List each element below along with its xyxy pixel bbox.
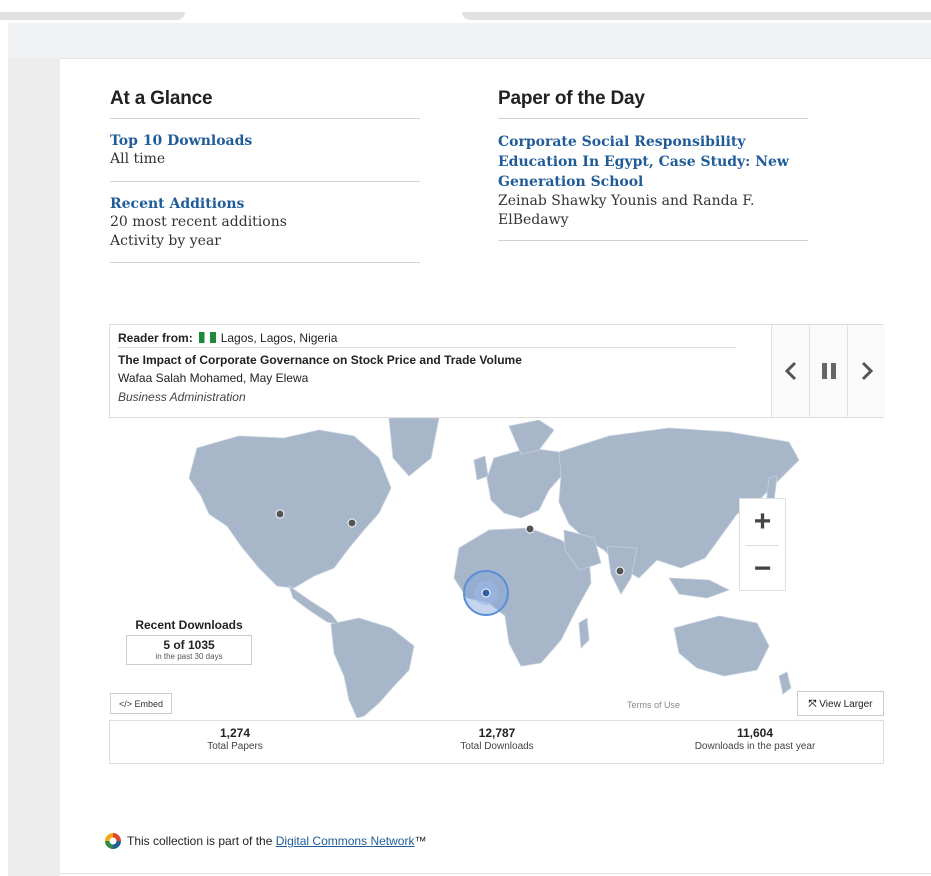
stat-caption: Downloads in the past year <box>694 741 816 752</box>
view-larger-label: View Larger <box>819 699 873 710</box>
reader-location-row: Reader from: Lagos, Lagos, Nigeria <box>118 329 736 348</box>
embed-button[interactable]: </> Embed <box>110 693 172 714</box>
recent-downloads-period: in the past 30 days <box>155 652 223 661</box>
stats-bar: 1,274 Total Papers 12,787 Total Download… <box>109 720 884 764</box>
top10-downloads-link[interactable]: Top 10 Downloads <box>110 133 252 149</box>
digital-commons-logo-icon <box>105 833 121 849</box>
top10-subtitle: All time <box>110 151 166 167</box>
divider <box>110 181 420 182</box>
southeast-asia-shape <box>668 577 731 599</box>
new-zealand-shape <box>778 671 792 695</box>
reader-from-label: Reader from: <box>118 331 193 345</box>
paper-of-day-heading: Paper of the Day <box>498 88 645 109</box>
recent-downloads-widget: Recent Downloads 5 of 1035 in the past 3… <box>118 618 260 665</box>
stat-value: 12,787 <box>478 726 516 740</box>
map-point-marker <box>525 524 535 534</box>
expand-icon: ⤧ <box>808 699 817 710</box>
view-larger-button[interactable]: ⤧ View Larger <box>797 691 884 716</box>
active-reader-point <box>481 588 491 598</box>
header-bar <box>8 23 931 59</box>
central-america-shape <box>288 584 340 625</box>
terms-of-use-link[interactable]: Terms of Use <box>623 699 685 711</box>
nigeria-flag-icon <box>198 332 216 343</box>
south-america-shape <box>330 617 415 718</box>
browser-top-strip <box>0 0 931 22</box>
reader-paper-authors: Wafaa Salah Mohamed, May Elewa <box>118 371 309 385</box>
recent-additions-count: 20 most recent additions <box>110 214 287 230</box>
paper-of-day-authors: Zeinab Shawky Younis and Randa F. ElBeda… <box>498 193 755 228</box>
previous-button[interactable] <box>771 325 809 417</box>
stat-total-downloads: 12,787 Total Downloads <box>432 726 562 752</box>
north-america-shape <box>188 429 392 589</box>
next-button[interactable] <box>847 325 885 417</box>
at-a-glance-section: At a Glance Top 10 Downloads All time Re… <box>110 88 420 263</box>
bottom-divider <box>60 873 931 874</box>
scandinavia-shape <box>508 419 555 455</box>
chevron-right-icon <box>861 361 873 381</box>
activity-by-year[interactable]: Activity by year <box>110 232 420 251</box>
recent-downloads-box: 5 of 1035 in the past 30 days <box>126 635 252 665</box>
reader-info: Reader from: Lagos, Lagos, Nigeria The Im… <box>118 329 768 407</box>
digital-commons-network-link[interactable]: Digital Commons Network <box>276 834 415 848</box>
stat-total-papers: 1,274 Total Papers <box>170 726 300 752</box>
zoom-in-button[interactable]: + <box>740 499 785 545</box>
pause-button[interactable] <box>809 325 847 417</box>
paper-of-day-title-link[interactable]: Corporate Social Responsibility Educatio… <box>498 134 789 190</box>
divider <box>110 118 420 119</box>
stat-value: 11,604 <box>736 726 774 740</box>
divider <box>498 240 808 241</box>
chevron-left-icon <box>784 361 796 381</box>
at-a-glance-heading: At a Glance <box>110 88 213 109</box>
reader-paper-department: Business Administration <box>118 390 246 404</box>
recent-downloads-label: Recent Downloads <box>135 618 243 632</box>
recent-downloads-count: 5 of 1035 <box>163 638 215 652</box>
reader-paper-title[interactable]: The Impact of Corporate Governance on St… <box>118 351 768 369</box>
zoom-controls: + − <box>739 498 786 591</box>
reader-location: Lagos, Lagos, Nigeria <box>220 331 338 345</box>
map-point-marker <box>615 566 625 576</box>
europe-shape <box>486 447 565 519</box>
australia-shape <box>673 615 770 677</box>
map-point-marker <box>275 509 285 519</box>
footer-network-note: This collection is part of the Digital C… <box>104 832 426 850</box>
uk-shape <box>473 455 489 481</box>
tab-right-shape <box>462 12 931 20</box>
stat-value: 1,274 <box>219 726 251 740</box>
pause-icon <box>821 363 836 379</box>
map-point-marker <box>347 518 357 528</box>
madagascar-shape <box>578 617 590 649</box>
greenland-shape <box>388 418 440 477</box>
stat-downloads-past-year: 11,604 Downloads in the past year <box>670 726 840 752</box>
tab-left-shape <box>0 12 185 20</box>
left-sidebar <box>8 58 60 876</box>
trademark-symbol: ™ <box>414 834 427 848</box>
divider <box>498 118 808 119</box>
recent-additions-link[interactable]: Recent Additions <box>110 196 244 212</box>
footer-text: This collection is part of the <box>127 834 273 848</box>
reader-panel: Reader from: Lagos, Lagos, Nigeria The Im… <box>109 324 885 418</box>
zoom-out-button[interactable]: − <box>740 546 785 592</box>
stat-caption: Total Downloads <box>460 741 534 752</box>
stat-caption: Total Papers <box>207 741 263 752</box>
paper-of-day-section: Paper of the Day Corporate Social Respon… <box>498 88 808 241</box>
divider <box>110 262 420 263</box>
